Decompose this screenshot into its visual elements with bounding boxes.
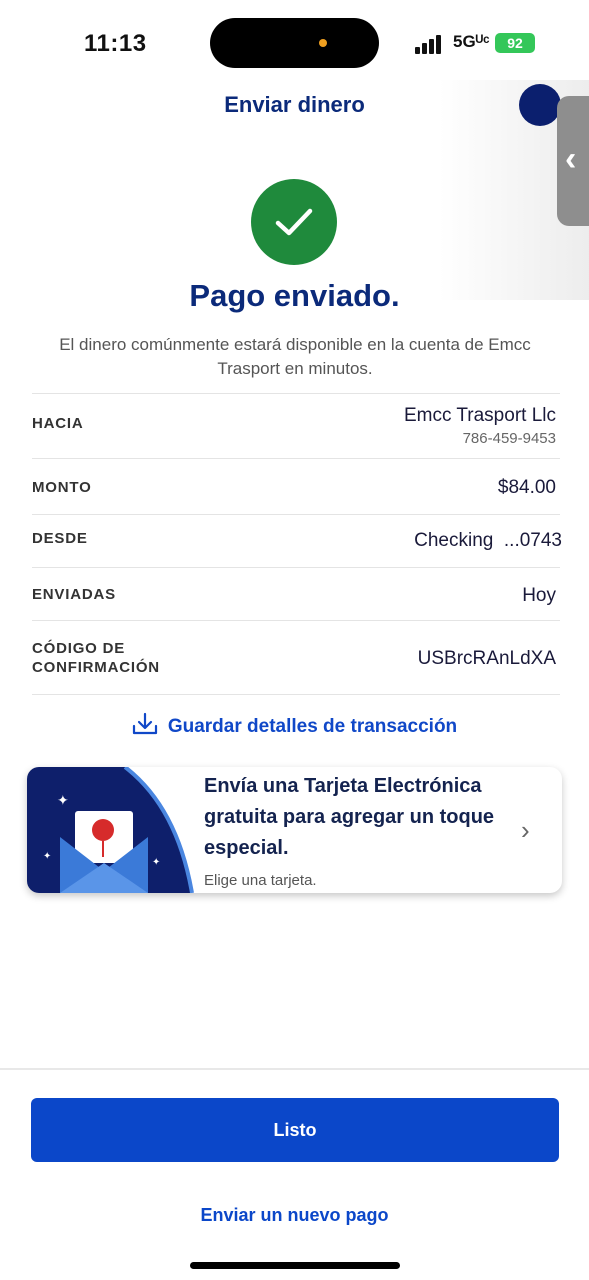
save-transaction-details-link[interactable]: Guardar detalles de transacción [0, 712, 589, 738]
send-new-payment-link[interactable]: Enviar un nuevo pago [0, 1205, 589, 1226]
sent-date: Hoy [522, 585, 556, 606]
source-account: Checking ...0743 [414, 530, 562, 551]
home-indicator[interactable] [190, 1262, 400, 1269]
success-check-badge [251, 179, 337, 265]
detail-label: HACIA [32, 415, 84, 432]
download-icon [132, 712, 157, 735]
detail-row-confirmation: CÓDIGO DE CONFIRMACIÓN USBrcRAnLdXA [32, 620, 560, 695]
detail-row-from: DESDE Checking ...0743 [32, 514, 562, 567]
done-button[interactable]: Listo [31, 1098, 559, 1162]
chevron-left-icon: ‹ [565, 140, 577, 178]
chevron-right-icon: › [521, 815, 530, 845]
detail-row-amount: MONTO $84.00 [32, 458, 560, 514]
promo-title: Envía una Tarjeta Electrónica gratuita p… [204, 775, 495, 859]
status-bar: 11:13 5Gᵁᶜ 92 [0, 0, 589, 90]
envelope-card-icon: ✦ ✦ ✦ [27, 767, 194, 893]
check-icon [275, 208, 313, 236]
svg-text:✦: ✦ [57, 793, 69, 809]
signal-icon [415, 34, 445, 54]
detail-label: DESDE [32, 530, 88, 547]
battery-icon: 92 [495, 33, 535, 53]
detail-row-sent: ENVIADAS Hoy [32, 567, 560, 620]
amount-value: $84.00 [497, 477, 556, 498]
page-title: Enviar dinero [224, 92, 365, 117]
svg-text:✦: ✦ [43, 851, 51, 862]
divider [0, 1068, 589, 1070]
confirmation-code: USBrcRAnLdXA [417, 648, 556, 669]
recipient-name: Emcc Trasport Llc [403, 405, 556, 426]
detail-row-to: HACIA Emcc Trasport Llc 786-459-9453 [32, 393, 560, 458]
success-title: Pago enviado. [189, 278, 400, 313]
battery-level: 92 [507, 35, 523, 51]
status-time: 11:13 [84, 30, 147, 57]
dynamic-island [210, 18, 379, 68]
network-type: 5Gᵁᶜ [453, 32, 490, 51]
ecard-promo-card[interactable]: ✦ ✦ ✦ Envía una Tarjeta Electrónica grat… [27, 767, 562, 893]
side-panel-handle[interactable]: ‹ [557, 96, 589, 226]
promo-subtitle: Elige una tarjeta. [204, 872, 317, 889]
privacy-indicator-dot [319, 39, 327, 47]
recipient-phone: 786-459-9453 [462, 430, 556, 447]
save-link-label: Guardar detalles de transacción [167, 716, 458, 737]
success-message: El dinero comúnmente estará disponible e… [59, 335, 531, 378]
detail-label: ENVIADAS [32, 586, 116, 603]
avatar[interactable] [519, 84, 561, 126]
detail-label-line1: CÓDIGO DE [32, 640, 126, 657]
detail-label: MONTO [32, 479, 92, 496]
svg-text:✦: ✦ [152, 857, 160, 868]
detail-label-line2: CONFIRMACIÓN [32, 659, 160, 676]
